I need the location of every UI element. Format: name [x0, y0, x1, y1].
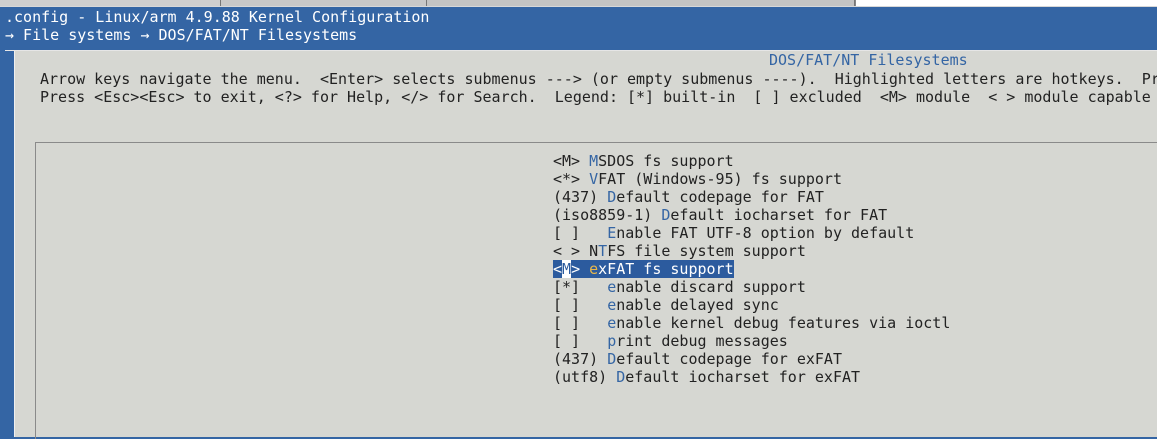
menu-item-prefix: (437) — [553, 350, 608, 368]
menu-item-hotkey: D — [607, 188, 617, 206]
menu-item-prefix: [ ] — [553, 332, 608, 350]
menu-item-exfat-discard[interactable]: [*] enable discard support — [553, 278, 806, 296]
menu-item-label: nable FAT UTF-8 option by default — [616, 224, 915, 242]
terminal-tab-3[interactable] — [427, 0, 855, 6]
help-text-line-2: Press <Esc><Esc> to exit, <?> for Help, … — [40, 88, 1151, 106]
menu-item-ntfs[interactable]: < > NTFS file system support — [553, 242, 806, 260]
config-title: .config - Linux/arm 4.9.88 Kernel Config… — [5, 8, 430, 26]
menu-item-cursor: M — [562, 260, 572, 278]
menu-item-prefix: <M> — [553, 152, 590, 170]
menu-item-hotkey: D — [607, 350, 617, 368]
menu-item-fat-iocharset[interactable]: (iso8859-1) Default iocharset for FAT — [553, 206, 887, 224]
menu-item-exfat-debug-msgs[interactable]: [ ] print debug messages — [553, 332, 788, 350]
menu-item-exfat-iocharset[interactable]: (utf8) Default iocharset for exFAT — [553, 368, 860, 386]
menuconfig-dialog: DOS/FAT/NT Filesystems Arrow keys naviga… — [14, 51, 1157, 439]
menu-item-hotkey: e — [607, 314, 617, 332]
menu-item-msdos[interactable]: <M> MSDOS fs support — [553, 152, 734, 170]
menu-item-label: efault codepage for exFAT — [616, 350, 842, 368]
menu-item-exfat-debug-ioctl[interactable]: [ ] enable kernel debug features via ioc… — [553, 314, 950, 332]
menu-item-hotkey: e — [607, 278, 617, 296]
menu-item-label: rint debug messages — [616, 332, 788, 350]
menu-item-label: nable delayed sync — [616, 296, 779, 314]
menu-item-vfat[interactable]: <*> VFAT (Windows-95) fs support — [553, 170, 842, 188]
menu-item-hotkey: e — [589, 260, 599, 278]
menu-item-hotkey: e — [607, 296, 617, 314]
menu-item-exfat-delayed-sync[interactable]: [ ] enable delayed sync — [553, 296, 779, 314]
menu-item-prefix: [ ] — [553, 314, 608, 332]
menu-list: <M> MSDOS fs support <*> VFAT (Windows-9… — [553, 152, 950, 386]
dialog-title: DOS/FAT/NT Filesystems — [768, 51, 969, 69]
menu-item-prefix: > — [571, 260, 590, 278]
menu-item-exfat-codepage[interactable]: (437) Default codepage for exFAT — [553, 350, 842, 368]
menu-item-hotkey: D — [616, 368, 626, 386]
menu-item-label: FS file system support — [607, 242, 806, 260]
menu-item-hotkey: E — [607, 224, 617, 242]
menu-item-hotkey: V — [589, 170, 599, 188]
breadcrumb: → File systems → DOS/FAT/NT Filesystems — [5, 26, 358, 44]
menu-item-prefix: [*] — [553, 278, 608, 296]
menu-item-fat-codepage[interactable]: (437) Default codepage for FAT — [553, 188, 824, 206]
menu-item-prefix: (utf8) — [553, 368, 617, 386]
menu-item-hotkey: p — [607, 332, 617, 350]
menu-item-label: xFAT fs support — [598, 260, 734, 278]
menu-item-hotkey: M — [589, 152, 599, 170]
menu-item-prefix: < — [553, 260, 563, 278]
dialog-edge — [14, 51, 15, 437]
menu-item-prefix: [ ] — [553, 296, 608, 314]
menu-item-prefix: < > N — [553, 242, 599, 260]
help-text-line-1: Arrow keys navigate the menu. <Enter> se… — [40, 70, 1157, 88]
terminal-tab-active[interactable] — [855, 0, 1157, 6]
terminal-window: .config - Linux/arm 4.9.88 Kernel Config… — [0, 7, 1157, 439]
terminal-tab-1[interactable] — [0, 0, 221, 6]
menu-item-hotkey: T — [598, 242, 608, 260]
menu-item-label: nable kernel debug features via ioctl — [616, 314, 951, 332]
menu-item-prefix: (iso8859-1) — [553, 206, 662, 224]
terminal-tab-bar — [0, 0, 1157, 7]
menu-item-label: efault iocharset for FAT — [670, 206, 888, 224]
menu-item-label: SDOS fs support — [598, 152, 734, 170]
menu-item-prefix: <*> — [553, 170, 590, 188]
terminal-tab-2[interactable] — [221, 0, 427, 6]
menu-item-prefix: [ ] — [553, 224, 608, 242]
menu-item-exfat-selected[interactable]: <M> exFAT fs support — [553, 260, 734, 278]
menu-item-label: nable discard support — [616, 278, 806, 296]
menu-item-label: FAT (Windows-95) fs support — [598, 170, 842, 188]
menu-item-label: efault iocharset for exFAT — [625, 368, 861, 386]
menu-item-fat-utf8[interactable]: [ ] Enable FAT UTF-8 option by default — [553, 224, 914, 242]
menu-item-label: efault codepage for FAT — [616, 188, 824, 206]
menu-item-prefix: (437) — [553, 188, 608, 206]
